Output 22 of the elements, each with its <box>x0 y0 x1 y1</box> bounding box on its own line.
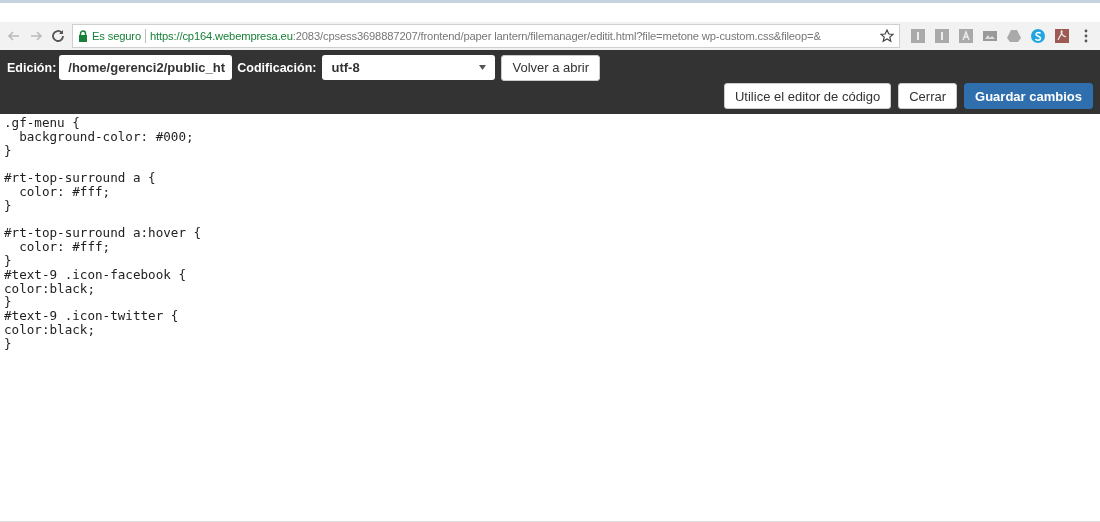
image-icon[interactable] <box>982 28 998 44</box>
address-bar[interactable]: Es seguro https://cp164.webempresa.eu:2083/cpsess3698887207/frontend/paper lantern/filemanager/editit.html?file=metone wp-custom.css&fileop=& <box>72 24 900 48</box>
dropdown-caret-icon <box>479 65 487 70</box>
reopen-button[interactable]: Volver a abrir <box>501 54 601 81</box>
url-text: https://cp164.webempresa.eu:2083/cpsess3698887207/frontend/paper lantern/filemanager/editit.html?file=metone wp-custom.css&fileop=& <box>150 30 822 42</box>
security-label: Es seguro <box>92 30 142 42</box>
close-button[interactable]: Cerrar <box>898 83 958 109</box>
code-editor-button[interactable]: Utilice el editor de código <box>723 83 892 109</box>
save-button[interactable]: Guardar cambios <box>964 83 1093 109</box>
extension-icon[interactable] <box>910 28 926 44</box>
reload-icon[interactable] <box>50 28 66 44</box>
code-editor-area[interactable]: .gf-menu { background-color: #000; } #rt-top-surround a { color: #fff; } #rt-top-surround a:hover { color: #fff; } #text-9 .icon-facebook { color:black; } #text-9 .icon-twitter { color:black; } <box>4 116 1096 352</box>
encoding-label: Codificación: <box>237 60 317 75</box>
skype-icon[interactable] <box>1030 28 1046 44</box>
lock-icon <box>78 30 88 42</box>
edit-label: Edición: <box>7 60 57 75</box>
encoding-dropdown[interactable]: utf-8 <box>322 55 496 80</box>
star-icon[interactable] <box>880 29 894 43</box>
extension-icon[interactable] <box>958 28 974 44</box>
path-field[interactable]: /home/gerenci2/public_ht <box>59 55 233 80</box>
code-text: .gf-menu { background-color: #000; } #rt-top-surround a { color: #fff; } #rt-top-surround a:hover { color: #fff; } #text-9 .icon-facebook { color:black; } #text-9 .icon-twitter { color:black; } <box>4 116 202 351</box>
extension-icon[interactable] <box>934 28 950 44</box>
